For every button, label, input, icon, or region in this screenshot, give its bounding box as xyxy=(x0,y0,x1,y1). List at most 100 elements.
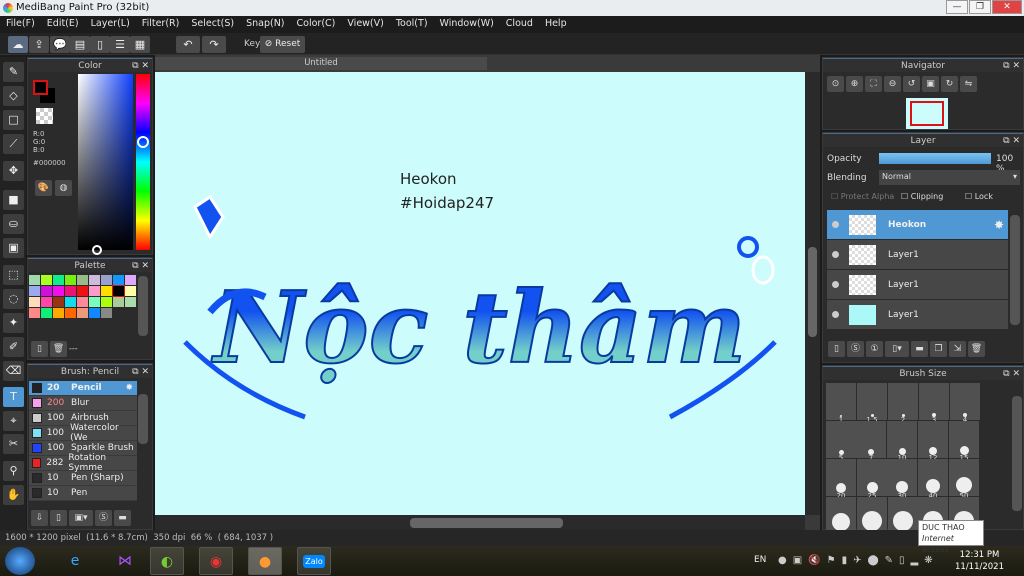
navigator-thumbnail[interactable] xyxy=(906,98,948,129)
palette-swatch[interactable] xyxy=(29,275,40,285)
palette-swatch[interactable] xyxy=(101,286,112,296)
palette-swatch[interactable] xyxy=(29,308,40,318)
menu-item[interactable]: Filter(R) xyxy=(136,16,186,33)
palette-swatch[interactable] xyxy=(29,297,40,307)
delete-layer-icon[interactable]: 🗑 xyxy=(968,341,985,357)
coccoc-icon[interactable]: ◐ xyxy=(150,547,184,575)
panel-close-icon[interactable]: ⧉ ✕ xyxy=(1003,59,1020,73)
palette-swatch[interactable] xyxy=(125,275,136,285)
protect-alpha-checkbox[interactable]: ☐ Protect Alpha xyxy=(831,192,894,201)
magic-wand-icon[interactable]: ✦ xyxy=(3,313,24,333)
zoom-in-icon[interactable]: ⊕ xyxy=(846,76,863,92)
eraser-tool-icon[interactable]: ◇ xyxy=(3,86,24,106)
brush-size-option[interactable]: 25 xyxy=(857,459,887,500)
merge-layer-icon[interactable]: ⇲ xyxy=(949,341,966,357)
brush-size-option[interactable]: 40 xyxy=(918,459,948,500)
brush-size-option[interactable]: 2 xyxy=(888,383,918,424)
opacity-slider[interactable] xyxy=(879,153,991,164)
palette-swatch[interactable] xyxy=(125,286,136,296)
brush-item[interactable]: 200 Blur xyxy=(29,396,137,411)
palette-swatch[interactable] xyxy=(53,275,64,285)
brush-size-option[interactable]: 70 xyxy=(826,497,856,538)
menu-item[interactable]: Color(C) xyxy=(291,16,342,33)
grid-icon[interactable]: ▦ xyxy=(130,36,150,53)
new-palette-icon[interactable]: ▯ xyxy=(31,341,48,357)
clipping-checkbox[interactable]: ☐ Clipping xyxy=(901,192,943,201)
new-layer-icon[interactable]: ▯ xyxy=(828,341,845,357)
brush-item[interactable]: 10 Pen xyxy=(29,486,137,501)
lasso-tool-icon[interactable]: ◌ xyxy=(3,289,24,309)
brush-size-option[interactable]: 150 xyxy=(888,497,918,538)
brush-size-option[interactable]: 3 xyxy=(919,383,949,424)
palette-swatch[interactable] xyxy=(41,297,52,307)
brush-size-option[interactable]: 4 xyxy=(950,383,980,424)
folder-icon[interactable]: ▬ xyxy=(911,341,928,357)
brush-settings-icon[interactable]: Ⓢ xyxy=(95,510,112,526)
folder-icon[interactable]: ▬ xyxy=(114,510,131,526)
palette-swatch[interactable] xyxy=(101,297,112,307)
bucket-tool-icon[interactable]: ⛀ xyxy=(3,214,24,234)
delete-palette-icon[interactable]: 🗑 xyxy=(50,341,67,357)
rotate-left-icon[interactable]: ↺ xyxy=(903,76,920,92)
panel-close-icon[interactable]: ⧉ ✕ xyxy=(132,59,149,73)
hue-slider[interactable] xyxy=(136,74,150,250)
lock-checkbox[interactable]: ☐ Lock xyxy=(965,192,993,201)
panel-close-icon[interactable]: ⧉ ✕ xyxy=(1003,134,1020,148)
new-brush-icon[interactable]: ▯ xyxy=(50,510,67,526)
visibility-toggle[interactable] xyxy=(832,311,839,318)
cloud-icon[interactable]: ☁ xyxy=(8,36,28,53)
palette-swatch[interactable] xyxy=(113,275,124,285)
brush-size-scrollbar[interactable] xyxy=(1012,396,1022,511)
palette-swatch[interactable] xyxy=(101,308,112,318)
brush-item[interactable]: 20 Pencil ✸ xyxy=(29,381,137,396)
select-eraser-icon[interactable]: ⌫ xyxy=(3,361,24,381)
gradient-tool-icon[interactable]: ▣ xyxy=(3,238,24,258)
select-pen-icon[interactable]: ✐ xyxy=(3,337,24,357)
chrome-icon[interactable]: ◉ xyxy=(199,547,233,575)
brush-size-option[interactable]: 10 xyxy=(887,421,917,462)
fit-icon[interactable]: ⛶ xyxy=(865,76,882,92)
brush-size-option[interactable]: 20 xyxy=(826,459,856,500)
palette-swatch[interactable] xyxy=(53,308,64,318)
palette-swatch[interactable] xyxy=(65,275,76,285)
horizontal-scroll-thumb[interactable] xyxy=(410,518,563,528)
cloud-brush-icon[interactable]: ⇩ xyxy=(31,510,48,526)
flip-icon[interactable]: ⇋ xyxy=(960,76,977,92)
menu-item[interactable]: Window(W) xyxy=(434,16,500,33)
palette-swatch[interactable] xyxy=(113,297,124,307)
zalo-icon[interactable]: Zalo xyxy=(297,547,331,575)
visibility-toggle[interactable] xyxy=(832,281,839,288)
document-tab[interactable]: Untitled xyxy=(155,57,487,70)
palette-swatch[interactable] xyxy=(41,286,52,296)
palette-swatch[interactable] xyxy=(89,275,100,285)
new-halftone-layer-icon[interactable]: Ⓢ xyxy=(847,341,864,357)
maximize-button[interactable]: ❐ xyxy=(969,0,991,14)
blending-select[interactable]: Normal ▾ xyxy=(879,170,1020,185)
visual-studio-icon[interactable]: ⋈ xyxy=(108,547,142,575)
select-tool-icon[interactable]: ⬚ xyxy=(3,265,24,285)
minimize-button[interactable]: — xyxy=(946,0,968,14)
palette-swatch[interactable] xyxy=(65,308,76,318)
add-brush-icon[interactable]: ▣▾ xyxy=(69,510,93,526)
layer-row[interactable]: Layer1 xyxy=(827,270,1008,300)
canvas[interactable]: Heokon #Hoidap247 Nộc thâm xyxy=(155,72,805,515)
palette-swatch[interactable] xyxy=(112,285,125,297)
menu-item[interactable]: Snap(N) xyxy=(240,16,290,33)
palette-swatch[interactable] xyxy=(29,286,40,296)
vertical-scroll-thumb[interactable] xyxy=(808,247,817,337)
language-indicator[interactable]: EN xyxy=(754,555,766,565)
list-icon[interactable]: ☰ xyxy=(110,36,130,53)
palette-swatch[interactable] xyxy=(89,308,100,318)
foreground-color-swatch[interactable] xyxy=(33,80,48,95)
fit-window-icon[interactable]: ▣ xyxy=(922,76,939,92)
menu-item[interactable]: Tool(T) xyxy=(390,16,434,33)
new-1bit-layer-icon[interactable]: ① xyxy=(866,341,883,357)
palette-swatch[interactable] xyxy=(125,297,136,307)
duplicate-layer-icon[interactable]: ❐ xyxy=(930,341,947,357)
move-tool-icon[interactable]: ✥ xyxy=(3,161,24,181)
undo-icon[interactable]: ↶ xyxy=(176,36,200,53)
brush-item[interactable]: 10 Pen (Sharp) xyxy=(29,471,137,486)
menu-item[interactable]: View(V) xyxy=(341,16,389,33)
brush-item[interactable]: 282 Rotation Symme xyxy=(29,453,137,473)
medibang-icon[interactable]: ● xyxy=(248,547,282,575)
